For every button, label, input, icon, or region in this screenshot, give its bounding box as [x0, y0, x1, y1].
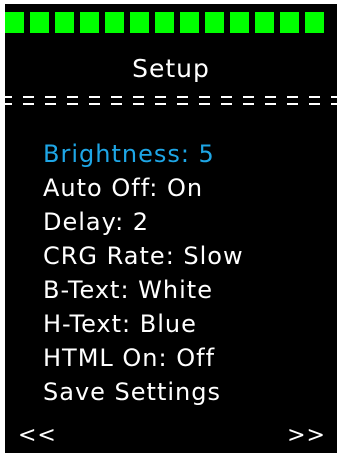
- battery-segment: [30, 12, 49, 33]
- divider-dash: [45, 96, 56, 105]
- battery-segment: [205, 12, 224, 33]
- battery-segment: [55, 12, 74, 33]
- settings-menu: Brightness: 5 Auto Off: On Delay: 2 CRG …: [43, 137, 333, 409]
- divider-dash: [199, 96, 210, 105]
- device-screen: Setup Brightness: 5 Auto Off: On Delay: …: [5, 4, 337, 453]
- menu-item-save-settings[interactable]: Save Settings: [43, 375, 333, 409]
- menu-item-crg-rate[interactable]: CRG Rate: Slow: [43, 239, 333, 273]
- divider-dash: [155, 96, 166, 105]
- divider-dash: [111, 96, 122, 105]
- divider-dash: [89, 96, 100, 105]
- menu-item-brightness[interactable]: Brightness: 5: [43, 137, 333, 171]
- battery-level-bar: [5, 12, 337, 33]
- menu-item-h-text[interactable]: H-Text: Blue: [43, 307, 333, 341]
- battery-segment: [80, 12, 99, 33]
- battery-segment: [5, 12, 24, 33]
- menu-item-auto-off[interactable]: Auto Off: On: [43, 171, 333, 205]
- divider-dash: [177, 96, 188, 105]
- battery-segment: [130, 12, 149, 33]
- menu-item-b-text[interactable]: B-Text: White: [43, 273, 333, 307]
- menu-item-html-on[interactable]: HTML On: Off: [43, 341, 333, 375]
- title-divider: [5, 96, 337, 108]
- battery-segment: [305, 12, 324, 33]
- divider-dash: [221, 96, 232, 105]
- battery-segment: [255, 12, 274, 33]
- battery-segment: [105, 12, 124, 33]
- divider-dash: [309, 96, 320, 105]
- previous-page-button[interactable]: <<: [18, 423, 57, 449]
- page-title: Setup: [132, 54, 210, 83]
- divider-dash: [331, 96, 337, 105]
- divider-dash: [287, 96, 298, 105]
- menu-item-delay[interactable]: Delay: 2: [43, 205, 333, 239]
- divider-dash: [133, 96, 144, 105]
- divider-dash: [5, 96, 12, 105]
- divider-dash: [23, 96, 34, 105]
- divider-dash: [243, 96, 254, 105]
- divider-dash: [67, 96, 78, 105]
- battery-segment: [180, 12, 199, 33]
- divider-dash: [265, 96, 276, 105]
- battery-segment: [280, 12, 299, 33]
- battery-segment: [230, 12, 249, 33]
- next-page-button[interactable]: >>: [287, 423, 326, 449]
- battery-segment: [155, 12, 174, 33]
